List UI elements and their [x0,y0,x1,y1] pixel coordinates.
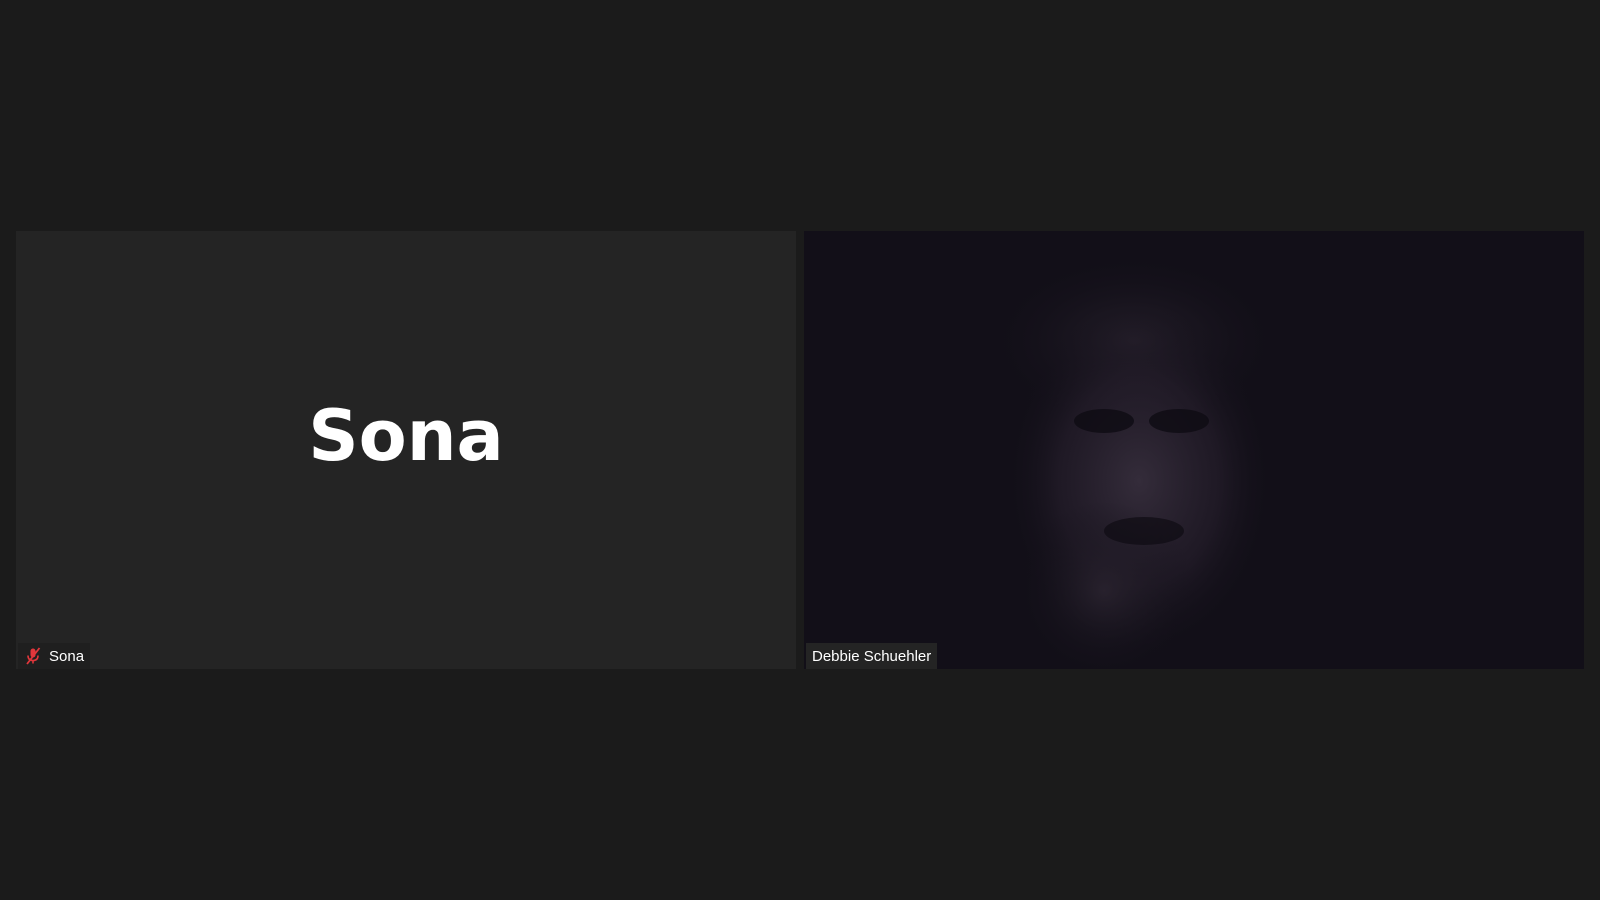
participant-name-tag: Debbie Schuehler [806,643,938,669]
mic-muted-icon [24,647,42,665]
participant-tile-debbie-schuehler[interactable]: Debbie Schuehler [804,231,1584,669]
participant-display-name: Sona [308,395,504,477]
participant-tile-sona[interactable]: Sona Sona [16,231,796,669]
participant-name-tag: Sona [18,643,91,669]
participant-name-label: Sona [49,647,85,665]
participant-name-label: Debbie Schuehler [812,647,932,665]
meeting-gallery-view: Sona Sona Debbie Schuehler [0,0,1600,900]
webcam-video-feed [804,231,1584,669]
